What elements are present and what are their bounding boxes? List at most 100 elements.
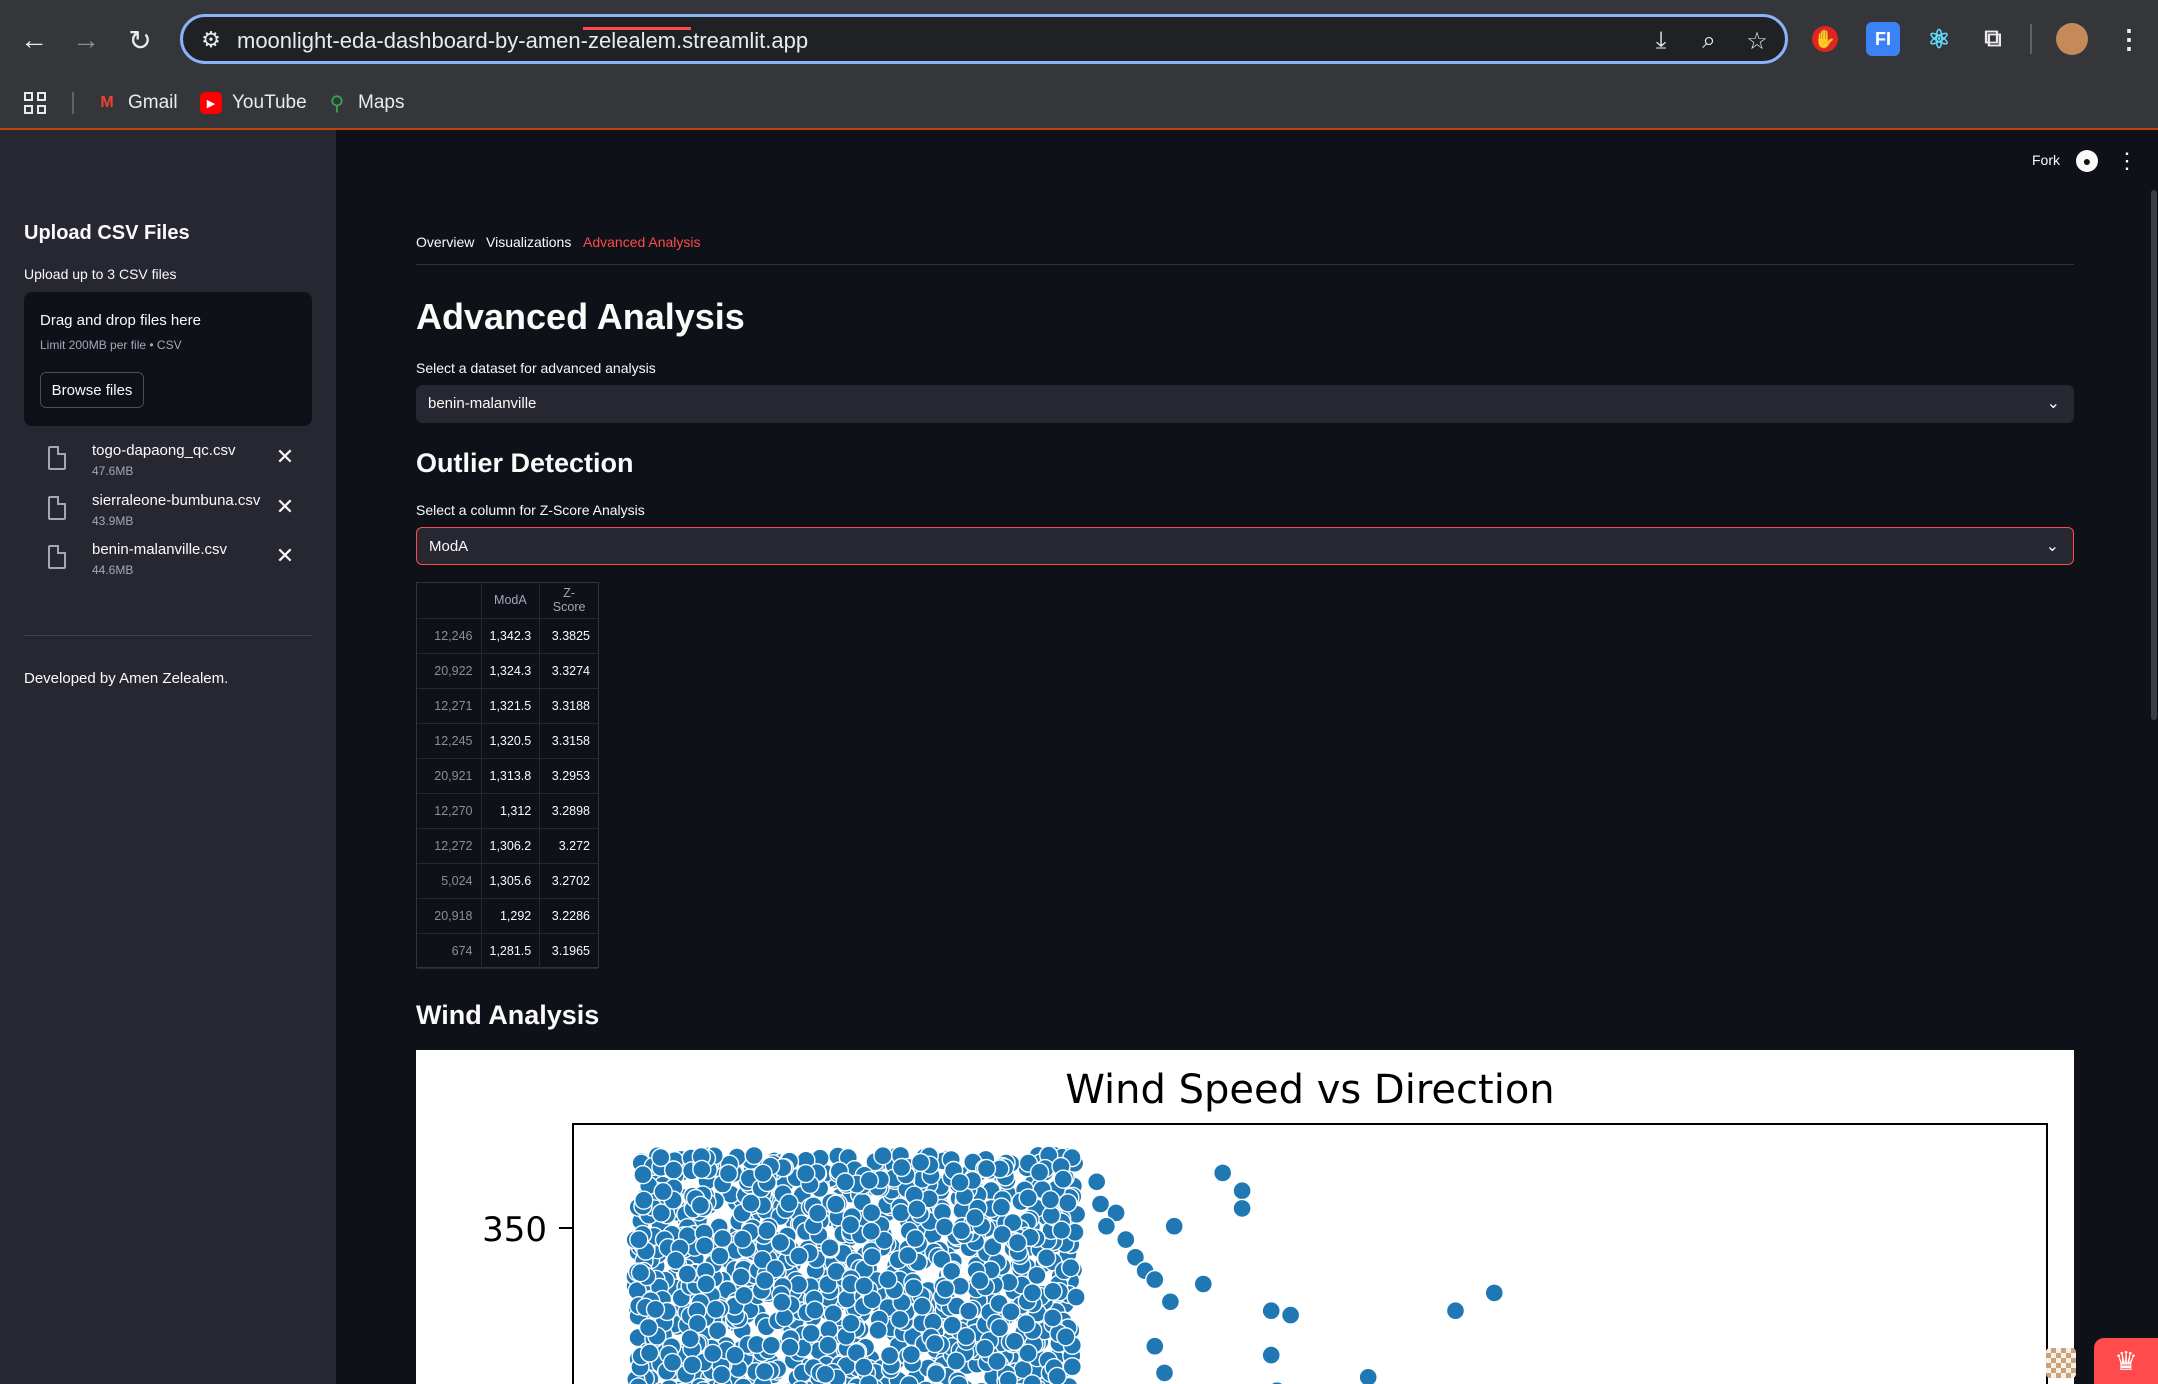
dataset-select[interactable]: benin-malanville ⌄ (416, 385, 2074, 423)
file-name: togo-dapaong_qc.csv (92, 442, 236, 459)
scatter-point (1043, 1308, 1063, 1328)
scatter-point (711, 1365, 732, 1384)
streamlit-status-icon[interactable] (2046, 1348, 2076, 1378)
chrome-menu-icon[interactable]: ⋮ (2112, 22, 2146, 56)
zscore-cell[interactable]: 3.3825 (539, 618, 598, 654)
scatter-point (1058, 1193, 1078, 1213)
moda-cell[interactable]: 1,320.5 (481, 723, 541, 759)
tab-visualizations[interactable]: Visualizations (486, 234, 571, 250)
fi-extension-label: FI (1875, 28, 1891, 49)
moda-cell[interactable]: 1,281.5 (481, 933, 541, 969)
extensions-puzzle-icon[interactable]: ⧉ (1976, 22, 2010, 56)
streamlit-crown-icon[interactable]: ♛ (2094, 1338, 2158, 1384)
outlier-dataframe[interactable]: ModA Z-Score 12,246 1,342.3 3.3825 20,922 1… (416, 582, 599, 969)
tab-overview[interactable]: Overview (416, 234, 474, 250)
bookmark-maps[interactable]: ⚲ Maps (326, 86, 405, 120)
fork-button[interactable]: Fork (2032, 152, 2060, 168)
moda-cell[interactable]: 1,292 (481, 898, 541, 934)
scatter-point (1280, 1305, 1301, 1325)
zoom-icon[interactable]: ⌕ (1693, 25, 1725, 57)
browser-toolbar: ← → ↻ ⚙ moonlight-eda-dashboard-by-amen-… (0, 0, 2158, 78)
scatter-point (1087, 1172, 1107, 1192)
profile-avatar[interactable] (2056, 23, 2088, 55)
scatter-point (907, 1199, 927, 1219)
zscore-cell[interactable]: 3.2702 (539, 863, 598, 899)
apps-grid-icon[interactable] (24, 86, 46, 120)
scatter-point (706, 1299, 726, 1319)
moda-column-header[interactable]: ModA (481, 583, 541, 619)
scatter-point (1053, 1169, 1073, 1189)
scatter-point (634, 1190, 654, 1210)
chart-title: Wind Speed vs Direction (1065, 1067, 1554, 1113)
scatter-point (725, 1345, 745, 1365)
zscore-column-select[interactable]: ModA ⌄ (416, 527, 2074, 565)
moda-cell[interactable]: 1,305.6 (481, 863, 541, 899)
fi-extension-icon[interactable]: FI (1866, 22, 1900, 56)
github-icon[interactable]: ● (2076, 150, 2098, 172)
scatter-point (898, 1245, 918, 1266)
back-arrow-icon[interactable]: ← (14, 20, 54, 60)
uploaded-file-item: togo-dapaong_qc.csv 47.6MB ✕ (44, 442, 314, 486)
scatter-point (1193, 1274, 1213, 1294)
scatter-point (826, 1194, 846, 1214)
moda-cell[interactable]: 1,306.2 (481, 828, 541, 864)
install-app-icon[interactable]: ⤓ (1645, 25, 1677, 57)
zscore-cell[interactable]: 3.2898 (539, 793, 598, 829)
remove-file-close-icon[interactable]: ✕ (272, 444, 298, 470)
main-menu-kebab-icon[interactable]: ⋮ (2116, 148, 2138, 174)
moda-cell[interactable]: 1,324.3 (481, 653, 541, 689)
bookmark-youtube[interactable]: ▶ YouTube (200, 86, 307, 120)
zscore-column-header[interactable]: Z-Score (539, 583, 598, 619)
bookmark-star-icon[interactable]: ☆ (1741, 25, 1773, 57)
hand-stop-extension-icon[interactable]: ✋ (1812, 26, 1838, 52)
moda-cell[interactable]: 1,342.3 (481, 618, 541, 654)
scatter-point (1004, 1331, 1025, 1351)
file-dropzone[interactable]: Drag and drop files here Limit 200MB per… (24, 292, 312, 426)
scatter-points (625, 1145, 1505, 1384)
scatter-point (1160, 1292, 1181, 1312)
zscore-cell[interactable]: 3.2286 (539, 898, 598, 934)
moda-cell[interactable]: 1,313.8 (481, 758, 541, 794)
scatter-point (861, 1221, 881, 1242)
scatter-point (639, 1343, 660, 1363)
main-scrollbar-thumb[interactable] (2151, 190, 2157, 720)
scatter-point (859, 1170, 879, 1191)
scatter-point (1145, 1269, 1165, 1290)
react-extension-icon[interactable]: ⚛ (1922, 22, 1956, 56)
address-bar[interactable]: ⚙ moonlight-eda-dashboard-by-amen-zeleal… (180, 14, 1788, 64)
remove-file-close-icon[interactable]: ✕ (272, 494, 298, 520)
moda-cell[interactable]: 1,312 (481, 793, 541, 829)
scatter-point (732, 1229, 753, 1249)
row-index: 12,270 (417, 793, 482, 829)
site-info-icon[interactable]: ⚙ (197, 26, 225, 54)
bookmark-youtube-label: YouTube (232, 92, 307, 113)
bookmark-gmail[interactable]: M Gmail (96, 86, 177, 120)
scatter-point (841, 1313, 861, 1333)
scatter-point (835, 1172, 855, 1192)
bookmarks-divider (72, 92, 74, 114)
scatter-point (779, 1193, 799, 1213)
tab-advanced-analysis[interactable]: Advanced Analysis (583, 234, 701, 250)
dataset-select-label: Select a dataset for advanced analysis (416, 360, 656, 376)
moda-cell[interactable]: 1,321.5 (481, 688, 541, 724)
scatter-point (734, 1285, 754, 1306)
zscore-cell[interactable]: 3.2953 (539, 758, 598, 794)
scatter-point (1154, 1363, 1175, 1383)
scatter-point (757, 1220, 777, 1241)
zscore-cell[interactable]: 3.3158 (539, 723, 598, 759)
scatter-point (818, 1335, 838, 1355)
zscore-cell[interactable]: 3.1965 (539, 933, 598, 969)
zscore-cell[interactable]: 3.3188 (539, 688, 598, 724)
url-text[interactable]: moonlight-eda-dashboard-by-amen-zelealem… (237, 28, 808, 54)
zscore-cell[interactable]: 3.3274 (539, 653, 598, 689)
browse-files-button[interactable]: Browse files (40, 372, 144, 408)
row-index: 20,918 (417, 898, 482, 934)
scatter-point (754, 1361, 775, 1382)
zscore-cell[interactable]: 3.272 (539, 828, 598, 864)
row-index: 20,922 (417, 653, 482, 689)
scatter-point (998, 1370, 1018, 1384)
reload-icon[interactable]: ↻ (120, 20, 160, 60)
forward-arrow-icon[interactable]: → (66, 20, 106, 60)
remove-file-close-icon[interactable]: ✕ (272, 543, 298, 569)
sidebar: Upload CSV Files Upload up to 3 CSV file… (0, 130, 336, 1384)
